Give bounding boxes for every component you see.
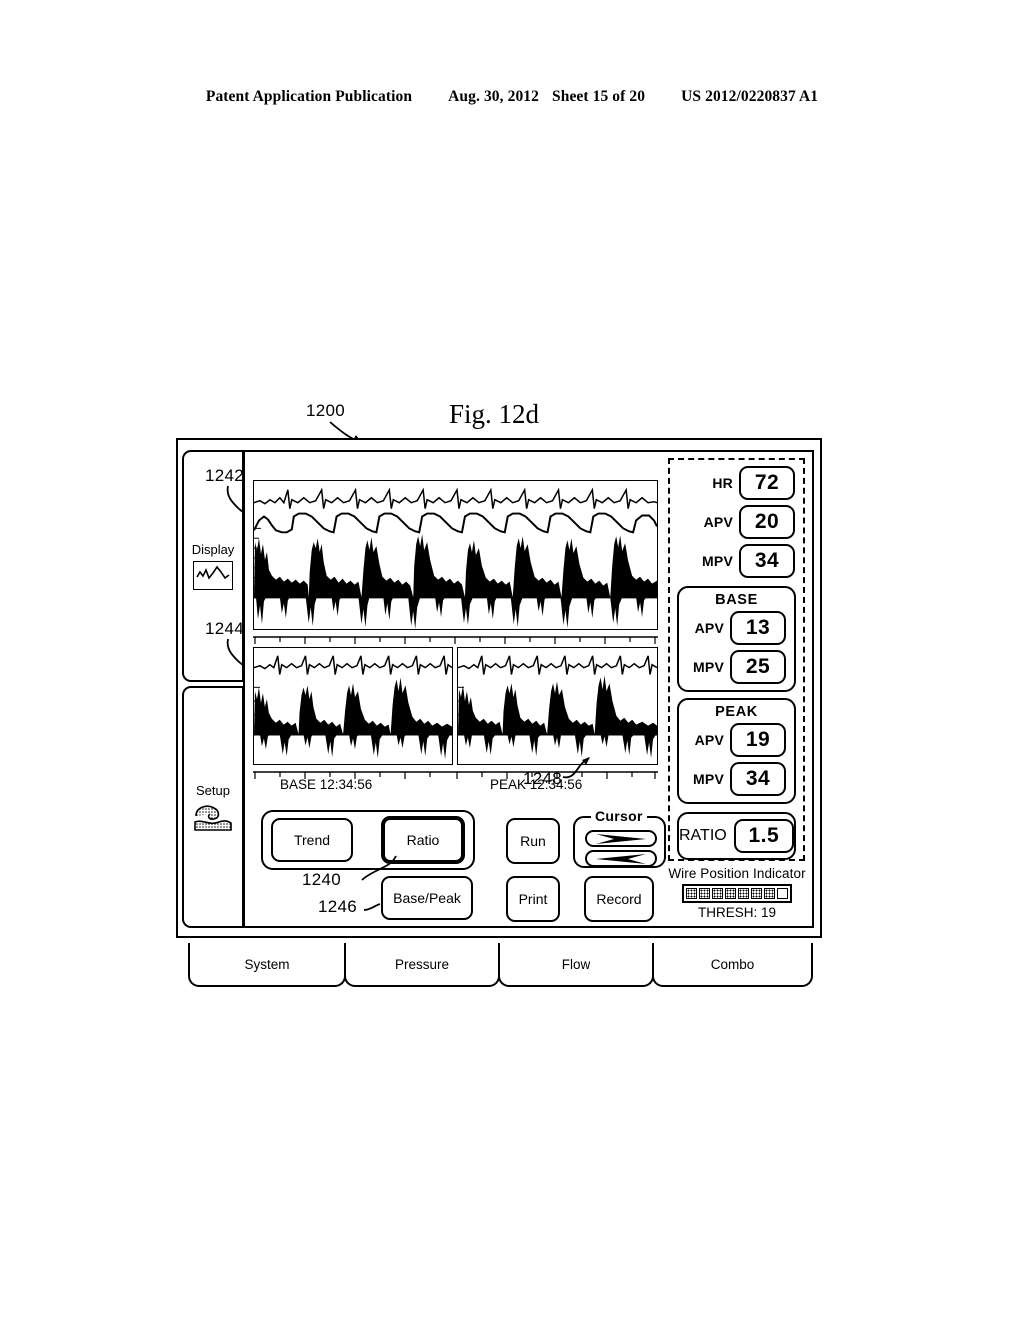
peak-apv-value: 19: [730, 723, 786, 757]
apv-value: 20: [739, 505, 795, 539]
peak-row-mpv: MPV 34: [687, 762, 786, 796]
figure-title: Fig. 12d: [449, 399, 540, 429]
cursor-forward-button[interactable]: [585, 830, 657, 847]
sidebar-item-label: Setup: [196, 782, 230, 798]
tab-pressure[interactable]: Pressure: [344, 943, 500, 987]
hr-value: 72: [739, 466, 795, 500]
base-peak-button[interactable]: Base/Peak: [381, 876, 473, 920]
patent-header: Patent Application Publication Aug. 30, …: [0, 88, 1024, 106]
main-timeline-ruler: [253, 632, 658, 644]
bottom-tab-bar: System Pressure Flow Combo: [188, 943, 813, 987]
peak-measurement-group: PEAK APV 19 MPV 34: [677, 698, 796, 804]
base-group-title: BASE: [715, 592, 758, 608]
wire-position-indicator-label: Wire Position Indicator: [668, 866, 806, 881]
ref-numeral-1200: 1200: [306, 401, 346, 420]
data-row-hr: HR 72: [678, 466, 795, 500]
sidebar-item-label: Display: [191, 542, 235, 557]
tab-combo[interactable]: Combo: [652, 943, 813, 987]
data-row-apv: APV 20: [678, 505, 795, 539]
sidebar-item-setup[interactable]: Setup: [182, 686, 244, 928]
data-row-mpv: MPV 34: [678, 544, 795, 578]
base-waveform-caption: BASE 12:34:56: [280, 777, 373, 792]
peak-mpv-value: 34: [730, 762, 786, 796]
publication-date: Aug. 30, 2012: [448, 88, 539, 105]
wire-segment: [724, 888, 737, 899]
measurement-data-panel: HR 72 APV 20 MPV 34 BASE APV 13 MPV 25 P…: [668, 458, 805, 861]
apv-label: APV: [703, 514, 733, 530]
wire-segment: [711, 888, 724, 899]
record-button[interactable]: Record: [584, 876, 654, 922]
control-button-cluster: Trend Ratio Base/Peak Run Print Record C…: [253, 808, 673, 928]
sheet-number: Sheet 15 of 20: [552, 88, 646, 105]
patent-number: US 2012/0220837 A1: [681, 88, 819, 105]
peak-mpv-label: MPV: [693, 771, 724, 787]
ref-numeral-1242: 1242: [205, 466, 245, 485]
base-measurement-group: BASE APV 13 MPV 25: [677, 586, 796, 692]
publication-label: Patent Application Publication: [205, 88, 413, 105]
wire-segment: [686, 888, 698, 899]
ratio-display: RATIO 1.5: [677, 812, 796, 860]
cursor-back-button[interactable]: [585, 850, 657, 867]
base-apv-label: APV: [694, 620, 724, 636]
ref-numeral-1240: 1240: [302, 870, 342, 889]
ratio-value: 1.5: [733, 819, 794, 853]
wire-segment: [776, 888, 788, 899]
wire-position-bar: [682, 884, 792, 903]
sidebar: Display Setup: [182, 450, 244, 928]
waveform-icon: [193, 561, 233, 590]
ratio-button[interactable]: Ratio: [381, 816, 465, 864]
tab-flow[interactable]: Flow: [498, 943, 654, 987]
print-button[interactable]: Print: [506, 876, 560, 922]
base-apv-value: 13: [730, 611, 786, 645]
threshold-label: THRESH: 19: [697, 905, 777, 920]
wire-segment: [698, 888, 711, 899]
base-waveform-display[interactable]: [253, 647, 453, 765]
peak-row-apv: APV 19: [687, 723, 786, 757]
mpv-label: MPV: [702, 553, 733, 569]
main-waveform-display[interactable]: [253, 480, 658, 630]
cursor-right-arrow-icon: [596, 833, 646, 844]
peak-apv-label: APV: [694, 732, 724, 748]
base-row-apv: APV 13: [687, 611, 786, 645]
cursor-left-arrow-icon: [596, 853, 646, 864]
base-mpv-label: MPV: [693, 659, 724, 675]
base-mpv-value: 25: [730, 650, 786, 684]
trend-button[interactable]: Trend: [271, 818, 353, 862]
lower-timeline-ruler: [253, 767, 658, 779]
ratio-label: RATIO: [679, 827, 727, 844]
ref-numeral-1248: 1248: [523, 769, 563, 788]
mpv-value: 34: [739, 544, 795, 578]
run-button[interactable]: Run: [506, 818, 560, 864]
ref-numeral-1246: 1246: [318, 897, 358, 916]
cursor-group-label: Cursor: [591, 808, 647, 824]
tab-system[interactable]: System: [188, 943, 346, 987]
hr-label: HR: [712, 475, 733, 491]
peak-waveform-display[interactable]: [457, 647, 658, 765]
wire-position-indicator: Wire Position Indicator THRESH: 19: [663, 866, 811, 920]
wire-segment: [763, 888, 776, 899]
wire-segment: [750, 888, 763, 899]
wave-shore-icon: [193, 802, 233, 832]
base-row-mpv: MPV 25: [687, 650, 786, 684]
peak-group-title: PEAK: [715, 704, 758, 720]
wire-segment: [737, 888, 750, 899]
ref-numeral-1244: 1244: [205, 619, 245, 638]
